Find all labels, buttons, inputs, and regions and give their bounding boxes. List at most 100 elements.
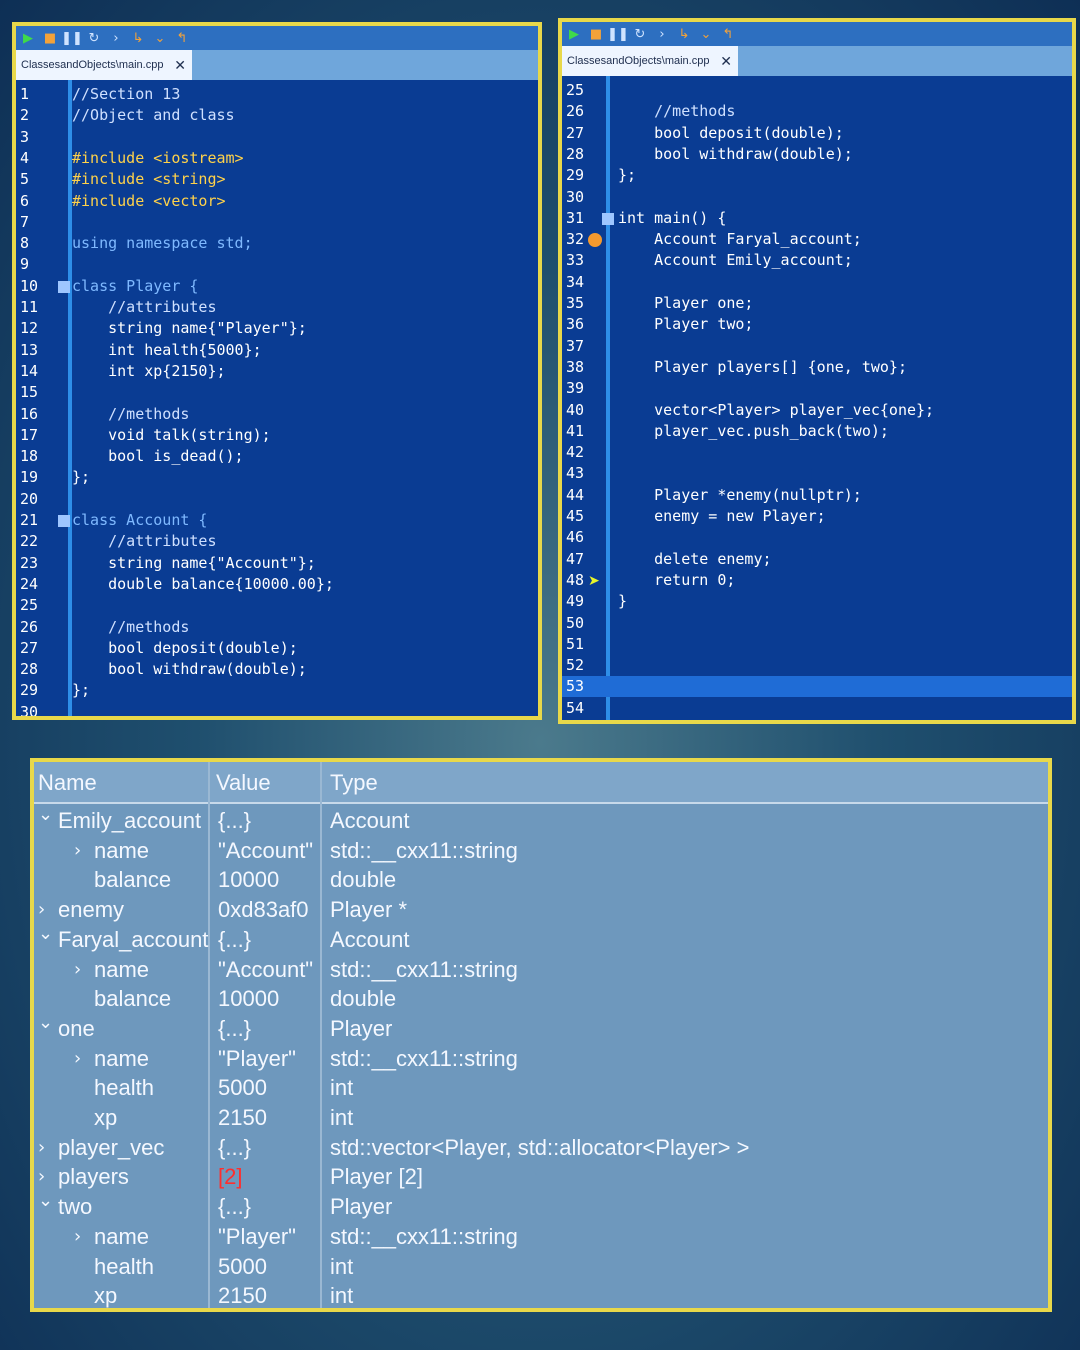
code-line[interactable]: 14 int xp{2150}; (16, 361, 538, 382)
watch-value[interactable]: {...} (218, 808, 251, 834)
watch-value[interactable]: [2] (218, 1164, 242, 1190)
code-line[interactable]: 52 (562, 655, 1072, 676)
code-line[interactable]: 46 (562, 527, 1072, 548)
code-line[interactable]: 47 delete enemy; (562, 549, 1072, 570)
code-line[interactable]: 51 (562, 634, 1072, 655)
code-line[interactable]: 35 Player one; (562, 293, 1072, 314)
code-line[interactable]: 27 bool deposit(double); (16, 638, 538, 659)
watch-value[interactable]: {...} (218, 1194, 251, 1220)
watch-row[interactable]: › player_vec {...} std::vector<Player, std:… (34, 1133, 1048, 1163)
watch-value[interactable]: "Player" (218, 1046, 296, 1072)
code-line[interactable]: 3 (16, 127, 538, 148)
line-number[interactable]: 18 (20, 446, 46, 467)
code-line[interactable]: 39 (562, 378, 1072, 399)
chevron-down-icon[interactable]: ⌄ (38, 1190, 53, 1211)
column-header-name[interactable]: Name (38, 770, 97, 796)
watch-row[interactable]: balance 10000 double (34, 865, 1048, 895)
code-line[interactable]: 2 //Object and class (16, 105, 538, 126)
line-number[interactable]: 10 (20, 276, 46, 297)
line-number[interactable]: 8 (20, 233, 46, 254)
watch-value[interactable]: 10000 (218, 867, 279, 893)
line-number[interactable]: 29 (566, 165, 592, 186)
code-line[interactable]: 28 bool withdraw(double); (562, 144, 1072, 165)
code-line[interactable]: 22 //attributes (16, 531, 538, 552)
code-line[interactable]: 24 double balance{10000.00}; (16, 574, 538, 595)
code-line[interactable]: 48 ➤ return 0; (562, 570, 1072, 591)
line-number[interactable]: 31 (566, 208, 592, 229)
line-number[interactable]: 22 (20, 531, 46, 552)
line-number[interactable]: 35 (566, 293, 592, 314)
line-number[interactable]: 28 (566, 144, 592, 165)
watch-row[interactable]: ⌄ one {...} Player (34, 1012, 1048, 1044)
pause-icon[interactable]: ❚❚ (61, 30, 83, 46)
line-number[interactable]: 30 (566, 187, 592, 208)
watch-row[interactable]: › name "Account" std::__cxx11::string (34, 955, 1048, 985)
code-line[interactable]: 17 void talk(string); (16, 425, 538, 446)
line-number[interactable]: 43 (566, 463, 592, 484)
watch-value[interactable]: 2150 (218, 1105, 267, 1131)
play-icon[interactable]: ▶ (20, 30, 36, 46)
step-return-icon[interactable]: ↰ (174, 30, 190, 46)
line-number[interactable]: 39 (566, 378, 592, 399)
code-line[interactable]: 34 (562, 272, 1072, 293)
code-editor[interactable]: 1 //Section 13 2 //Object and class 3 4 #inclu… (16, 80, 538, 716)
code-line[interactable]: 29}; (16, 680, 538, 701)
line-number[interactable]: 53 (566, 676, 592, 697)
tab-main-cpp[interactable]: ClassesandObjects\main.cpp ✕ (562, 46, 738, 76)
code-line[interactable]: 49} (562, 591, 1072, 612)
chevron-right-icon[interactable]: › (74, 1226, 81, 1247)
step-into-icon[interactable]: ↳ (130, 30, 146, 46)
step-return-icon[interactable]: ↰ (720, 26, 736, 42)
line-number[interactable]: 29 (20, 680, 46, 701)
line-number[interactable]: 40 (566, 400, 592, 421)
restart-icon[interactable]: ↻ (632, 26, 648, 42)
code-line[interactable]: 20 (16, 489, 538, 510)
code-line[interactable]: 13 int health{5000}; (16, 340, 538, 361)
line-number[interactable]: 19 (20, 467, 46, 488)
code-line[interactable]: 50 (562, 613, 1072, 634)
line-number[interactable]: 51 (566, 634, 592, 655)
watch-value[interactable]: {...} (218, 927, 251, 953)
fold-toggle-icon[interactable] (58, 280, 70, 293)
code-line[interactable]: 25 (562, 80, 1072, 101)
line-number[interactable]: 3 (20, 127, 46, 148)
code-line[interactable]: 27 bool deposit(double); (562, 123, 1072, 144)
watch-value[interactable]: 0xd83af0 (218, 897, 309, 923)
chevron-right-icon[interactable]: › (74, 1048, 81, 1069)
watch-row[interactable]: xp 2150 int (34, 1103, 1048, 1133)
code-line[interactable]: 23 string name{"Account"}; (16, 553, 538, 574)
code-line[interactable]: 9 (16, 254, 538, 275)
code-line[interactable]: 32 Account Faryal_account; (562, 229, 1072, 250)
code-line[interactable]: 16 //methods (16, 404, 538, 425)
code-line[interactable]: 54 (562, 698, 1072, 719)
code-line[interactable]: 45 enemy = new Player; (562, 506, 1072, 527)
line-number[interactable]: 26 (566, 101, 592, 122)
line-number[interactable]: 5 (20, 169, 46, 190)
line-number[interactable]: 38 (566, 357, 592, 378)
code-line[interactable]: 41 player_vec.push_back(two); (562, 421, 1072, 442)
watch-value[interactable]: "Player" (218, 1224, 296, 1250)
code-line[interactable]: 26 //methods (562, 101, 1072, 122)
code-line[interactable]: 7 (16, 212, 538, 233)
line-number[interactable]: 26 (20, 617, 46, 638)
watch-row[interactable]: health 5000 int (34, 1073, 1048, 1103)
chevron-right-icon[interactable]: › (74, 840, 81, 861)
line-number[interactable]: 27 (20, 638, 46, 659)
watch-row[interactable]: xp 2150 int (34, 1281, 1048, 1308)
step-over-icon[interactable]: › (108, 30, 124, 46)
line-number[interactable]: 45 (566, 506, 592, 527)
restart-icon[interactable]: ↻ (86, 30, 102, 46)
breakpoint-icon[interactable] (588, 233, 602, 248)
watch-value[interactable]: 5000 (218, 1254, 267, 1280)
line-number[interactable]: 49 (566, 591, 592, 612)
stop-icon[interactable]: ■ (588, 26, 604, 42)
fold-toggle-icon[interactable] (58, 515, 70, 527)
line-number[interactable]: 27 (566, 123, 592, 144)
line-number[interactable]: 33 (566, 250, 592, 271)
play-icon[interactable]: ▶ (566, 26, 582, 42)
code-line[interactable]: 28 bool withdraw(double); (16, 659, 538, 680)
code-line[interactable]: 25 (16, 595, 538, 616)
chevron-right-icon[interactable]: › (38, 1137, 45, 1158)
watch-row[interactable]: › enemy 0xd83af0 Player * (34, 895, 1048, 925)
chevron-right-icon[interactable]: › (38, 1166, 45, 1187)
